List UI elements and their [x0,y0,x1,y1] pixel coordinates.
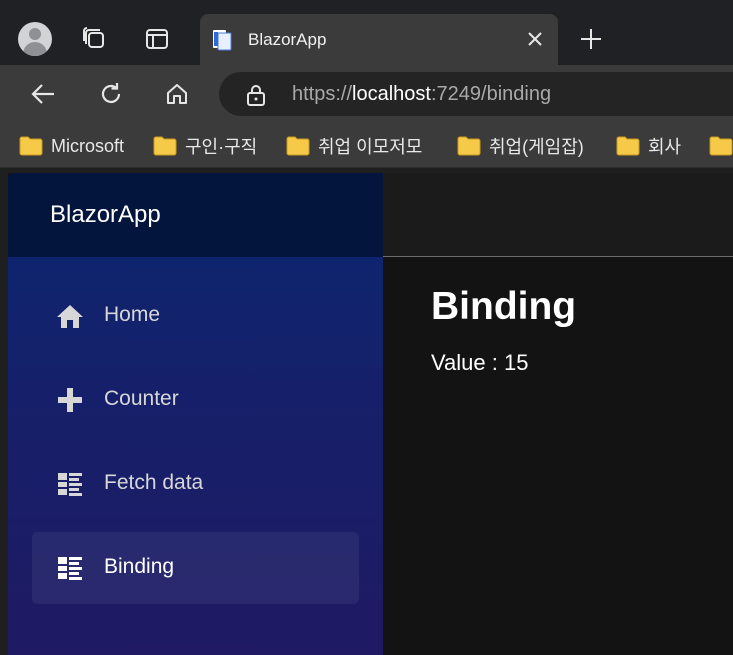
bookmark-label: Microsoft [51,135,125,156]
avatar-head [29,28,41,40]
profile-avatar[interactable] [18,22,52,56]
new-tab-button[interactable] [574,24,608,54]
browser-tabstrip: BlazorApp [0,0,733,65]
arrow-left-icon [31,84,54,104]
lock-icon[interactable] [245,84,267,106]
workspaces-icon[interactable] [80,24,110,54]
nav-label: Home [104,303,161,326]
nav-label: Counter [104,387,179,410]
avatar-shoulders [23,42,47,56]
home-outline-icon [167,84,187,104]
url-scheme: https:// [292,83,353,105]
bookmark-folder[interactable]: Microsoft [19,133,124,159]
nav-item-home[interactable]: Home [32,280,359,352]
nav-label: Binding [104,555,175,578]
plus-icon [581,29,601,49]
home-button[interactable] [160,79,194,109]
url-path: :7249/binding [430,83,552,105]
folder-icon [153,136,177,156]
nav-label: Fetch data [104,471,204,494]
list-icon [54,468,86,500]
folder-icon [709,136,733,156]
bookmarks-bar: Microsoft 구인·구직 취업 이모저모 취업(게임잡) 회사 [0,123,733,168]
bookmark-folder[interactable]: 취업(게임잡) [457,133,584,159]
folder-icon [457,136,481,156]
sidebar: BlazorApp Home Counter Fetch data Bindin… [8,173,383,655]
brand-link[interactable]: BlazorApp [50,201,161,229]
nav-item-counter[interactable]: Counter [32,364,359,436]
sidebar-brand-bar: BlazorApp [8,173,383,257]
address-bar[interactable]: https://localhost:7249/binding [219,72,733,116]
tab-title: BlazorApp [248,29,327,49]
bookmark-folder[interactable]: 취업 이모저모 [286,133,422,159]
bookmark-label: 회사 [648,137,682,157]
plus-icon [54,384,86,416]
bookmark-folder[interactable]: 구인·구직 [153,133,257,159]
bookmark-label: 구인·구직 [185,137,258,157]
browser-tab-active[interactable]: BlazorApp [200,14,558,65]
nav-item-fetch-data[interactable]: Fetch data [32,448,359,520]
folder-icon [286,136,310,156]
page-viewport: BlazorApp Home Counter Fetch data Bindin… [8,173,733,655]
refresh-icon [101,83,121,103]
browser-toolbar: https://localhost:7249/binding [0,65,733,123]
close-tab-icon[interactable] [526,30,544,48]
list-icon [54,552,86,584]
page-favicon-icon [210,28,234,52]
url-host: localhost [352,83,431,105]
tab-actions-icon[interactable] [142,24,172,54]
refresh-button[interactable] [94,79,128,109]
bookmark-folder[interactable]: 회사 [616,133,681,159]
bookmark-label: 취업(게임잡) [489,137,584,157]
nav-item-binding[interactable]: Binding [32,532,359,604]
value-text: Value : 15 [431,350,529,375]
top-row [383,173,733,257]
bookmark-label: 취업 이모저모 [318,137,423,157]
main-content: Binding Value : 15 [383,173,733,655]
back-button[interactable] [26,79,60,109]
home-icon [54,300,86,332]
url-text[interactable]: https://localhost:7249/binding [292,83,551,106]
bookmark-folder-overflow[interactable] [709,133,733,159]
folder-icon [616,136,640,156]
folder-icon [19,136,43,156]
page-title: Binding [431,285,577,328]
